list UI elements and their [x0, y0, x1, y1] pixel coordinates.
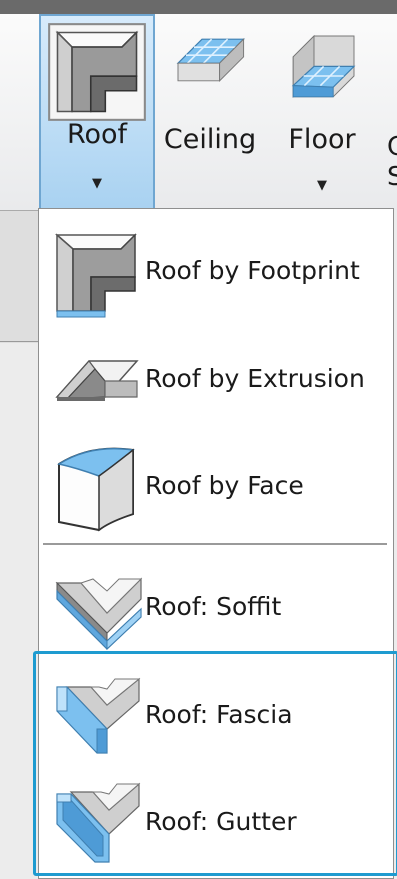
roof-soffit-icon	[55, 577, 143, 651]
menu-item-label: Roof by Face	[145, 471, 304, 500]
roof-extrusion-icon	[55, 360, 139, 401]
menu-item-roof-by-extrusion[interactable]: Roof by Extrusion	[51, 329, 381, 429]
menu-item-roof-soffit[interactable]: Roof: Soffit	[51, 557, 381, 657]
roof-button-label: Roof	[66, 119, 128, 150]
chevron-down-icon[interactable]: ▼	[317, 178, 327, 193]
chevron-down-icon[interactable]: ▼	[92, 176, 102, 191]
menu-item-label: Roof by Extrusion	[145, 364, 365, 393]
roof-icon	[48, 23, 146, 121]
floor-button[interactable]: Floor ▼	[272, 14, 372, 210]
menu-item-label: Roof: Fascia	[145, 700, 293, 729]
menu-item-roof-gutter[interactable]: Roof: Gutter	[51, 772, 381, 872]
ceiling-button[interactable]: Ceiling	[160, 14, 260, 210]
floor-icon	[291, 34, 356, 98]
roof-fascia-icon	[56, 677, 141, 754]
menu-item-label: Roof by Footprint	[145, 256, 360, 285]
roof-dropdown-menu: Roof by Footprint Roof by Extrusion Roof…	[33, 208, 397, 879]
ribbon-panel: Roof ▼ Ceiling Floor ▼ C S	[0, 14, 397, 210]
background-panel-tab	[0, 210, 40, 343]
divider	[0, 341, 40, 342]
roof-face-icon	[57, 447, 135, 532]
curtain-system-button-partial[interactable]: C S	[387, 132, 397, 202]
menu-item-label: Roof: Gutter	[145, 807, 297, 836]
menu-item-label: Roof: Soffit	[145, 592, 282, 621]
menu-item-roof-fascia[interactable]: Roof: Fascia	[51, 665, 381, 765]
roof-gutter-icon	[56, 782, 141, 863]
title-bar-strip	[0, 0, 397, 14]
menu-item-roof-by-face[interactable]: Roof by Face	[51, 436, 381, 536]
roof-footprint-icon	[55, 233, 137, 318]
menu-item-roof-by-footprint[interactable]: Roof by Footprint	[51, 221, 381, 321]
floor-button-label: Floor	[288, 124, 356, 155]
menu-separator	[43, 543, 387, 545]
roof-button[interactable]: Roof ▼	[39, 14, 155, 210]
ceiling-button-label: Ceiling	[163, 124, 257, 155]
ceiling-icon	[176, 38, 246, 82]
